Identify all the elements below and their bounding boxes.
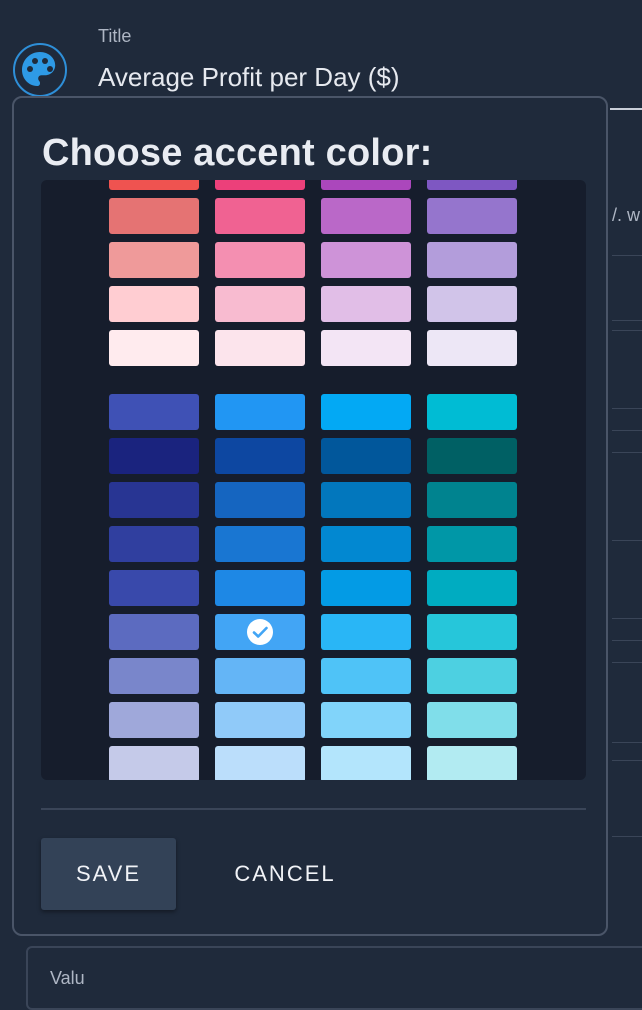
color-swatch[interactable] bbox=[109, 286, 199, 322]
color-swatch[interactable] bbox=[215, 438, 305, 474]
background-divider bbox=[612, 760, 642, 761]
color-swatch[interactable] bbox=[427, 242, 517, 278]
save-button[interactable]: SAVE bbox=[41, 838, 176, 910]
color-swatch[interactable] bbox=[109, 242, 199, 278]
color-swatch[interactable] bbox=[321, 180, 411, 190]
color-swatch[interactable] bbox=[427, 438, 517, 474]
background-peek-text: /. w bbox=[612, 205, 641, 225]
color-swatch[interactable] bbox=[321, 438, 411, 474]
color-swatch[interactable] bbox=[427, 526, 517, 562]
background-divider bbox=[612, 742, 642, 743]
color-swatch[interactable] bbox=[109, 702, 199, 738]
color-swatch[interactable] bbox=[321, 658, 411, 694]
background-divider bbox=[612, 662, 642, 663]
background-divider bbox=[612, 452, 642, 453]
color-swatch[interactable] bbox=[215, 482, 305, 518]
color-swatch[interactable] bbox=[215, 330, 305, 366]
dialog-title: Choose accent color: bbox=[42, 132, 433, 174]
color-swatch[interactable] bbox=[321, 570, 411, 606]
color-swatch[interactable] bbox=[215, 394, 305, 430]
color-swatch[interactable] bbox=[109, 614, 199, 650]
color-swatch[interactable] bbox=[427, 570, 517, 606]
color-swatch[interactable] bbox=[109, 658, 199, 694]
color-swatch[interactable] bbox=[321, 702, 411, 738]
color-swatch[interactable] bbox=[427, 394, 517, 430]
color-swatch[interactable] bbox=[215, 526, 305, 562]
color-swatch[interactable] bbox=[321, 330, 411, 366]
color-swatch[interactable] bbox=[321, 286, 411, 322]
color-swatch[interactable] bbox=[427, 286, 517, 322]
color-swatch[interactable] bbox=[109, 482, 199, 518]
selected-check-icon bbox=[247, 619, 273, 645]
color-swatch[interactable] bbox=[109, 438, 199, 474]
color-swatch[interactable] bbox=[321, 614, 411, 650]
color-swatch[interactable] bbox=[109, 570, 199, 606]
color-swatch[interactable] bbox=[427, 180, 517, 190]
color-swatch[interactable] bbox=[215, 702, 305, 738]
color-swatch[interactable] bbox=[109, 330, 199, 366]
color-swatch[interactable] bbox=[321, 198, 411, 234]
background-divider bbox=[612, 430, 642, 431]
palette-icon[interactable] bbox=[12, 42, 68, 98]
color-swatch[interactable] bbox=[215, 242, 305, 278]
title-field-label: Title bbox=[98, 26, 132, 46]
color-swatch[interactable] bbox=[321, 394, 411, 430]
background-divider bbox=[612, 618, 642, 619]
cancel-button[interactable]: CANCEL bbox=[210, 838, 360, 910]
color-swatch[interactable] bbox=[427, 702, 517, 738]
background-bottom-text: Valu bbox=[50, 968, 85, 988]
color-swatch[interactable] bbox=[427, 330, 517, 366]
color-swatch[interactable] bbox=[215, 198, 305, 234]
background-divider bbox=[612, 836, 642, 837]
color-swatch[interactable] bbox=[215, 614, 305, 650]
title-field-underline bbox=[610, 108, 642, 110]
color-swatch[interactable] bbox=[215, 286, 305, 322]
accent-color-dialog: Choose accent color: SAVE CANCEL bbox=[12, 96, 608, 936]
color-swatch[interactable] bbox=[427, 658, 517, 694]
title-field-value[interactable]: Average Profit per Day ($) bbox=[98, 62, 400, 93]
color-swatch[interactable] bbox=[215, 746, 305, 780]
color-swatch[interactable] bbox=[215, 180, 305, 190]
color-swatch[interactable] bbox=[109, 526, 199, 562]
color-swatch[interactable] bbox=[321, 746, 411, 780]
color-swatch[interactable] bbox=[109, 746, 199, 780]
background-divider bbox=[612, 540, 642, 541]
dialog-divider bbox=[41, 808, 586, 810]
background-divider bbox=[612, 408, 642, 409]
color-swatch[interactable] bbox=[215, 570, 305, 606]
background-divider bbox=[612, 320, 642, 321]
color-swatch[interactable] bbox=[109, 198, 199, 234]
color-swatch[interactable] bbox=[215, 658, 305, 694]
color-swatch[interactable] bbox=[427, 198, 517, 234]
background-bottom-field bbox=[26, 946, 642, 1010]
color-swatch[interactable] bbox=[109, 394, 199, 430]
background-divider bbox=[612, 640, 642, 641]
color-swatch-grid[interactable] bbox=[41, 180, 586, 780]
color-swatch[interactable] bbox=[427, 614, 517, 650]
color-swatch[interactable] bbox=[427, 746, 517, 780]
color-swatch[interactable] bbox=[321, 242, 411, 278]
color-swatch[interactable] bbox=[321, 526, 411, 562]
background-divider bbox=[612, 330, 642, 331]
color-swatch[interactable] bbox=[427, 482, 517, 518]
color-swatch[interactable] bbox=[321, 482, 411, 518]
background-divider bbox=[612, 255, 642, 256]
color-swatch[interactable] bbox=[109, 180, 199, 190]
